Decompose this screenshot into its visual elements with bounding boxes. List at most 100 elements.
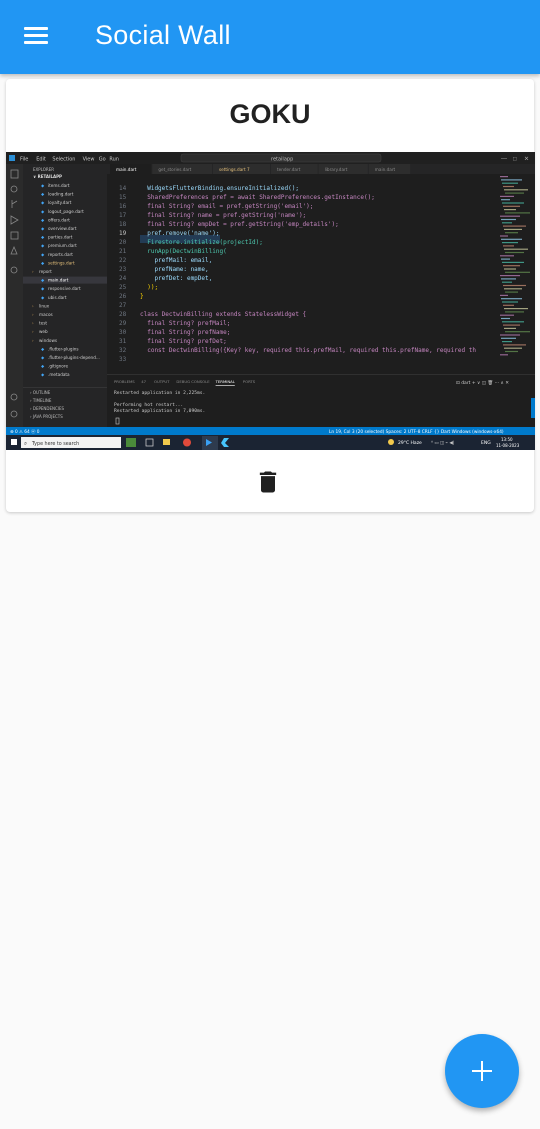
explorer-file: loyalty.dart bbox=[48, 200, 72, 205]
line-number: 25 bbox=[119, 284, 127, 291]
minimap-line bbox=[500, 334, 520, 336]
minimap-line bbox=[504, 327, 516, 329]
svg-text:retailapp: retailapp bbox=[271, 157, 293, 163]
svg-text:—: — bbox=[501, 157, 507, 163]
svg-text:29°C Haze: 29°C Haze bbox=[398, 440, 422, 446]
minimap-line bbox=[503, 245, 514, 247]
minimap-line bbox=[504, 308, 528, 310]
svg-text:□: □ bbox=[513, 157, 517, 163]
minimap-line bbox=[502, 242, 518, 244]
explorer-file: loading.dart bbox=[48, 192, 74, 197]
code-line: WidgetsFlutterBinding.ensureInitialized(… bbox=[140, 185, 299, 192]
code-line: final String? prefName; bbox=[140, 329, 230, 336]
minimap-line bbox=[502, 321, 524, 323]
code-line: final String? name = pref.getString('nam… bbox=[140, 212, 306, 219]
code-line: final String? email = pref.getString('em… bbox=[140, 203, 313, 210]
svg-text:Type here to search: Type here to search bbox=[31, 441, 79, 447]
minimap-line bbox=[500, 314, 514, 316]
explorer-file: .flutter-plugins bbox=[48, 346, 79, 351]
minimap-line bbox=[503, 265, 520, 267]
explorer-file: .gitignore bbox=[48, 364, 68, 369]
line-number: 26 bbox=[119, 293, 127, 300]
minimap-line bbox=[505, 291, 518, 293]
minimap-line bbox=[502, 202, 524, 204]
vscode-menu-item: Selection bbox=[52, 157, 75, 163]
minimap-line bbox=[501, 298, 522, 300]
panel-tab: 47 bbox=[141, 379, 146, 384]
minimap-line bbox=[502, 222, 512, 224]
svg-text:ENG: ENG bbox=[481, 440, 491, 446]
explorer-file: items.dart bbox=[48, 183, 70, 188]
minimap-line bbox=[502, 182, 518, 184]
vscode-menu-item: Edit bbox=[36, 157, 46, 163]
line-number: 21 bbox=[119, 248, 127, 255]
outline-section: › OUTLINE bbox=[30, 390, 51, 395]
minimap-line bbox=[504, 248, 528, 250]
minimap-line bbox=[505, 192, 524, 194]
panel-tab: OUTPUT bbox=[154, 379, 170, 384]
line-number: 15 bbox=[119, 194, 127, 201]
minimap-line bbox=[501, 258, 510, 260]
vscode-menu-item: Run bbox=[109, 157, 119, 163]
minimap-line bbox=[505, 212, 530, 214]
code-line: final String? empDet = pref.getString('e… bbox=[140, 221, 339, 228]
post-image: File Edit Selection View Go Run retailapp — □… bbox=[6, 152, 535, 450]
minimap-line bbox=[501, 199, 510, 201]
code-line: final String? prefDet; bbox=[140, 338, 227, 345]
svg-text:⊗ 0 ⚠ 64 ⓦ 0: ⊗ 0 ⚠ 64 ⓦ 0 bbox=[10, 428, 40, 435]
minimap-line bbox=[503, 225, 526, 227]
minimap-line bbox=[500, 176, 508, 178]
code-line: final String? prefMail; bbox=[140, 320, 230, 327]
line-number: 28 bbox=[119, 311, 127, 318]
terminal-line: Restarted application in 2,225ms. bbox=[114, 390, 205, 396]
minimap-line bbox=[503, 205, 520, 207]
minimap-line bbox=[502, 261, 524, 263]
panel-tab: PROBLEMS bbox=[114, 379, 135, 384]
minimap-line bbox=[503, 324, 520, 326]
minimap-line bbox=[504, 209, 516, 211]
explorer-file: logout_page.dart bbox=[48, 209, 84, 214]
add-post-button[interactable] bbox=[445, 1034, 519, 1108]
minimap-line bbox=[500, 294, 508, 296]
explorer-file: web bbox=[39, 329, 48, 334]
minimap-line bbox=[505, 311, 524, 313]
line-number: 32 bbox=[119, 347, 127, 354]
delete-icon[interactable] bbox=[254, 467, 282, 497]
minimap-line bbox=[500, 255, 514, 257]
minimap-line bbox=[503, 304, 514, 306]
menu-icon[interactable] bbox=[24, 25, 50, 47]
code-line: pref.remove('name'); bbox=[140, 230, 219, 237]
svg-text:13:50: 13:50 bbox=[501, 437, 513, 442]
svg-text:✕: ✕ bbox=[524, 157, 529, 163]
explorer-file: settings.dart bbox=[48, 260, 75, 265]
explorer-file: main.dart bbox=[48, 278, 69, 283]
explorer-file: reports.dart bbox=[48, 252, 73, 257]
minimap-line bbox=[504, 347, 522, 349]
svg-text:Ln 19, Col 3 (20 selected) S: Ln 19, Col 3 (20 selected) Spaces: 2 UTF… bbox=[329, 429, 504, 435]
explorer-file: premium.dart bbox=[48, 243, 77, 248]
editor-tab-label: main.dart bbox=[116, 167, 137, 172]
svg-text:⊡ dart + ∨ ◫ 🗑 ⋯ ∧ ✕: ⊡ dart + ∨ ◫ 🗑 ⋯ ∧ ✕ bbox=[456, 380, 509, 386]
minimap-line bbox=[500, 275, 520, 277]
code-line: const DectwinBilling({Key? key, required… bbox=[140, 347, 476, 354]
explorer-file: responsive.dart bbox=[48, 286, 81, 291]
line-number: 18 bbox=[119, 221, 127, 228]
vscode-screenshot: File Edit Selection View Go Run retailapp — □… bbox=[6, 152, 535, 450]
minimap-line bbox=[500, 235, 508, 237]
minimap-line bbox=[502, 301, 518, 303]
code-line: } bbox=[140, 293, 144, 300]
outline-section: › DEPENDENCIES bbox=[30, 406, 65, 411]
code-line: class DectwinBilling extends StatelessWi… bbox=[140, 311, 306, 318]
outline-section: › JAVA PROJECTS bbox=[30, 414, 63, 419]
explorer-file: parties.dart bbox=[48, 235, 73, 240]
line-number: 31 bbox=[119, 338, 127, 345]
vscode-menu-item: Go bbox=[99, 157, 106, 163]
explorer-file: .flutter-plugins-depend... bbox=[48, 355, 100, 360]
explorer-file: offers.dart bbox=[48, 217, 70, 222]
editor-tab-label: main.dart bbox=[375, 167, 396, 172]
svg-text:11-08-2023: 11-08-2023 bbox=[496, 443, 520, 448]
minimap-line bbox=[503, 284, 526, 287]
app-bar: Social Wall bbox=[0, 0, 540, 74]
explorer-file: linux bbox=[39, 303, 50, 308]
minimap-line bbox=[500, 215, 520, 217]
